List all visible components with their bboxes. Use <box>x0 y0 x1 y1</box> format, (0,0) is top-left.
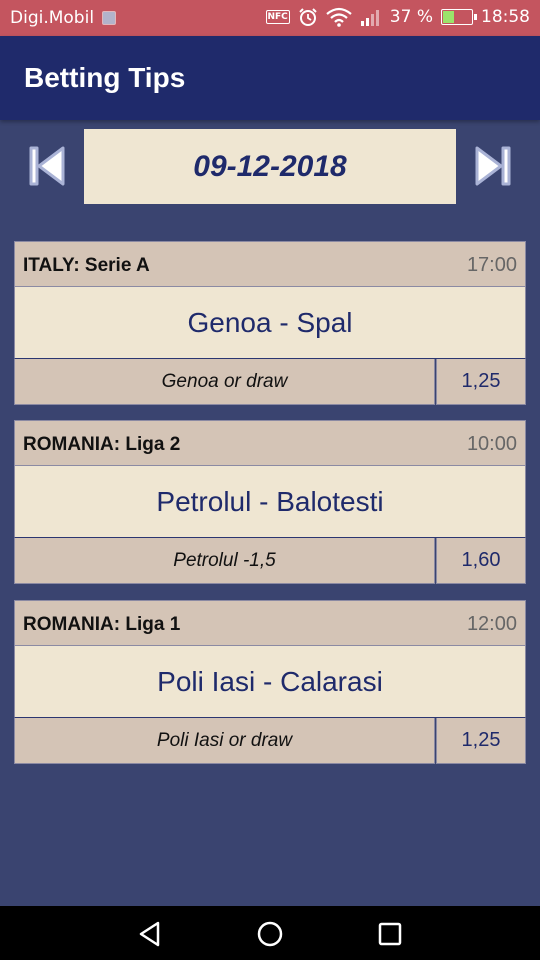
match-card[interactable]: ROMANIA: Liga 2 10:00 Petrolul - Balotes… <box>14 420 526 584</box>
tip-row: Genoa or draw 1,25 <box>14 359 526 405</box>
tip-row: Poli Iasi or draw 1,25 <box>14 718 526 764</box>
battery-charging-icon <box>441 9 477 25</box>
match-teams: Poli Iasi - Calarasi <box>14 646 526 718</box>
match-teams: Genoa - Spal <box>14 287 526 359</box>
kickoff-time: 12:00 <box>466 613 517 635</box>
kickoff-time: 17:00 <box>466 254 517 276</box>
tip-odds: 1,25 <box>436 359 526 405</box>
image-notification-icon <box>102 11 117 25</box>
match-header: ITALY: Serie A 17:00 <box>14 241 526 287</box>
match-card[interactable]: ITALY: Serie A 17:00 Genoa - Spal Genoa … <box>14 241 526 405</box>
tip-odds: 1,60 <box>436 538 526 584</box>
skip-previous-icon <box>29 146 65 186</box>
tip-prediction: Petrolul -1,5 <box>14 538 435 584</box>
match-teams: Petrolul - Balotesti <box>14 466 526 538</box>
wifi-icon <box>326 7 352 27</box>
tip-row: Petrolul -1,5 1,60 <box>14 538 526 584</box>
app-bar: Betting Tips <box>0 36 540 120</box>
kickoff-time: 10:00 <box>466 433 517 455</box>
status-right: NFC 37 % 18:58 <box>265 7 530 27</box>
battery-percent: 37 % <box>389 7 433 27</box>
match-header: ROMANIA: Liga 1 12:00 <box>14 600 526 646</box>
clock-time: 18:58 <box>481 7 530 27</box>
tip-prediction: Genoa or draw <box>14 359 435 405</box>
home-circle-icon[interactable] <box>256 920 284 948</box>
recents-square-icon[interactable] <box>376 920 404 948</box>
league-name: ITALY: Serie A <box>23 255 150 276</box>
nfc-icon: NFC <box>265 10 290 24</box>
skip-next-icon <box>475 146 511 186</box>
status-bar: Digi.Mobil NFC 37 % 18:58 <box>0 0 540 36</box>
tip-odds: 1,25 <box>436 718 526 764</box>
league-name: ROMANIA: Liga 1 <box>23 614 181 635</box>
app-title: Betting Tips <box>24 62 186 93</box>
battery-cap <box>474 14 477 20</box>
status-left: Digi.Mobil <box>10 8 117 28</box>
current-date[interactable]: 09-12-2018 <box>84 129 456 204</box>
carrier-name: Digi.Mobil <box>10 8 95 28</box>
tip-prediction: Poli Iasi or draw <box>14 718 435 764</box>
next-day-button[interactable] <box>468 140 518 192</box>
previous-day-button[interactable] <box>22 140 72 192</box>
match-card[interactable]: ROMANIA: Liga 1 12:00 Poli Iasi - Calara… <box>14 600 526 764</box>
back-triangle-icon[interactable] <box>136 920 164 948</box>
battery-level-fill <box>443 11 455 23</box>
system-navigation-bar <box>0 906 540 960</box>
signal-icon <box>360 10 379 26</box>
league-name: ROMANIA: Liga 2 <box>23 434 181 455</box>
alarm-icon <box>299 8 317 26</box>
match-header: ROMANIA: Liga 2 10:00 <box>14 420 526 466</box>
